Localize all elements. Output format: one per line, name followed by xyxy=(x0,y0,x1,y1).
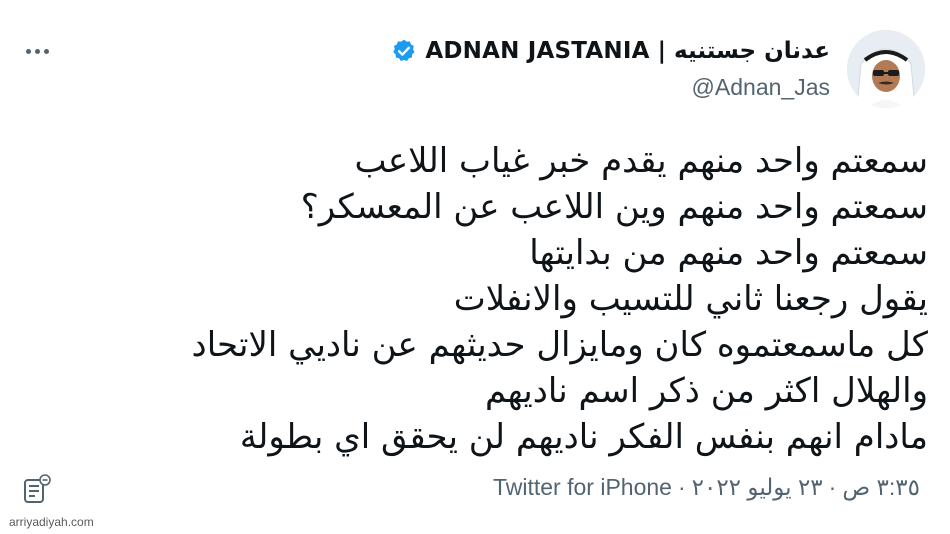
tweet-text: سمعتم واحد منهم يقدم خبر غياب اللاعب سمع… xyxy=(108,138,928,460)
tweet-card: عدنان جستنيه | ADNAN JASTANIA @Adnan_Jas… xyxy=(0,0,950,534)
tweet-line: سمعتم واحد منهم يقدم خبر غياب اللاعب xyxy=(354,141,928,181)
name-row: عدنان جستنيه | ADNAN JASTANIA xyxy=(391,38,830,64)
tweet-line: كل ماسمعتموه كان ومايزال حديثهم عن ناديي… xyxy=(191,325,928,365)
tweet-line: والهلال اكثر من ذكر اسم ناديهم xyxy=(484,371,928,411)
more-options-dot xyxy=(34,48,40,54)
meta-separator: · xyxy=(828,474,837,500)
tweet-date[interactable]: ٢٣ يوليو ٢٠٢٢ xyxy=(692,474,823,500)
tweet-time[interactable]: ٣:٣٥ ص xyxy=(842,474,920,500)
meta-separator: · xyxy=(677,474,686,500)
tweet-source-link[interactable]: Twitter for iPhone xyxy=(493,474,672,500)
more-options-button[interactable] xyxy=(20,38,54,64)
notes-icon[interactable] xyxy=(22,472,52,506)
tweet-meta: ٣:٣٥ ص·٢٣ يوليو ٢٠٢٢·Twitter for iPhone xyxy=(493,474,920,501)
verified-badge-icon xyxy=(391,38,417,64)
tweet-line: سمعتم واحد منهم من بدايتها xyxy=(529,233,928,273)
more-options-icon xyxy=(25,48,31,54)
tweet-line: يقول رجعنا ثاني للتسيب والانفلات xyxy=(453,279,928,319)
more-options-dot xyxy=(43,48,49,54)
avatar-image xyxy=(847,30,925,108)
avatar[interactable] xyxy=(847,30,925,108)
tweet-line: سمعتم واحد منهم وين اللاعب عن المعسكر؟ xyxy=(300,187,928,227)
tweet-line: مادام انهم بنفس الفكر ناديهم لن يحقق اي … xyxy=(239,417,928,457)
user-handle[interactable]: @Adnan_Jas xyxy=(692,74,830,101)
display-name[interactable]: عدنان جستنيه | ADNAN JASTANIA xyxy=(425,38,830,64)
watermark: arriyadiyah.com xyxy=(6,515,97,529)
